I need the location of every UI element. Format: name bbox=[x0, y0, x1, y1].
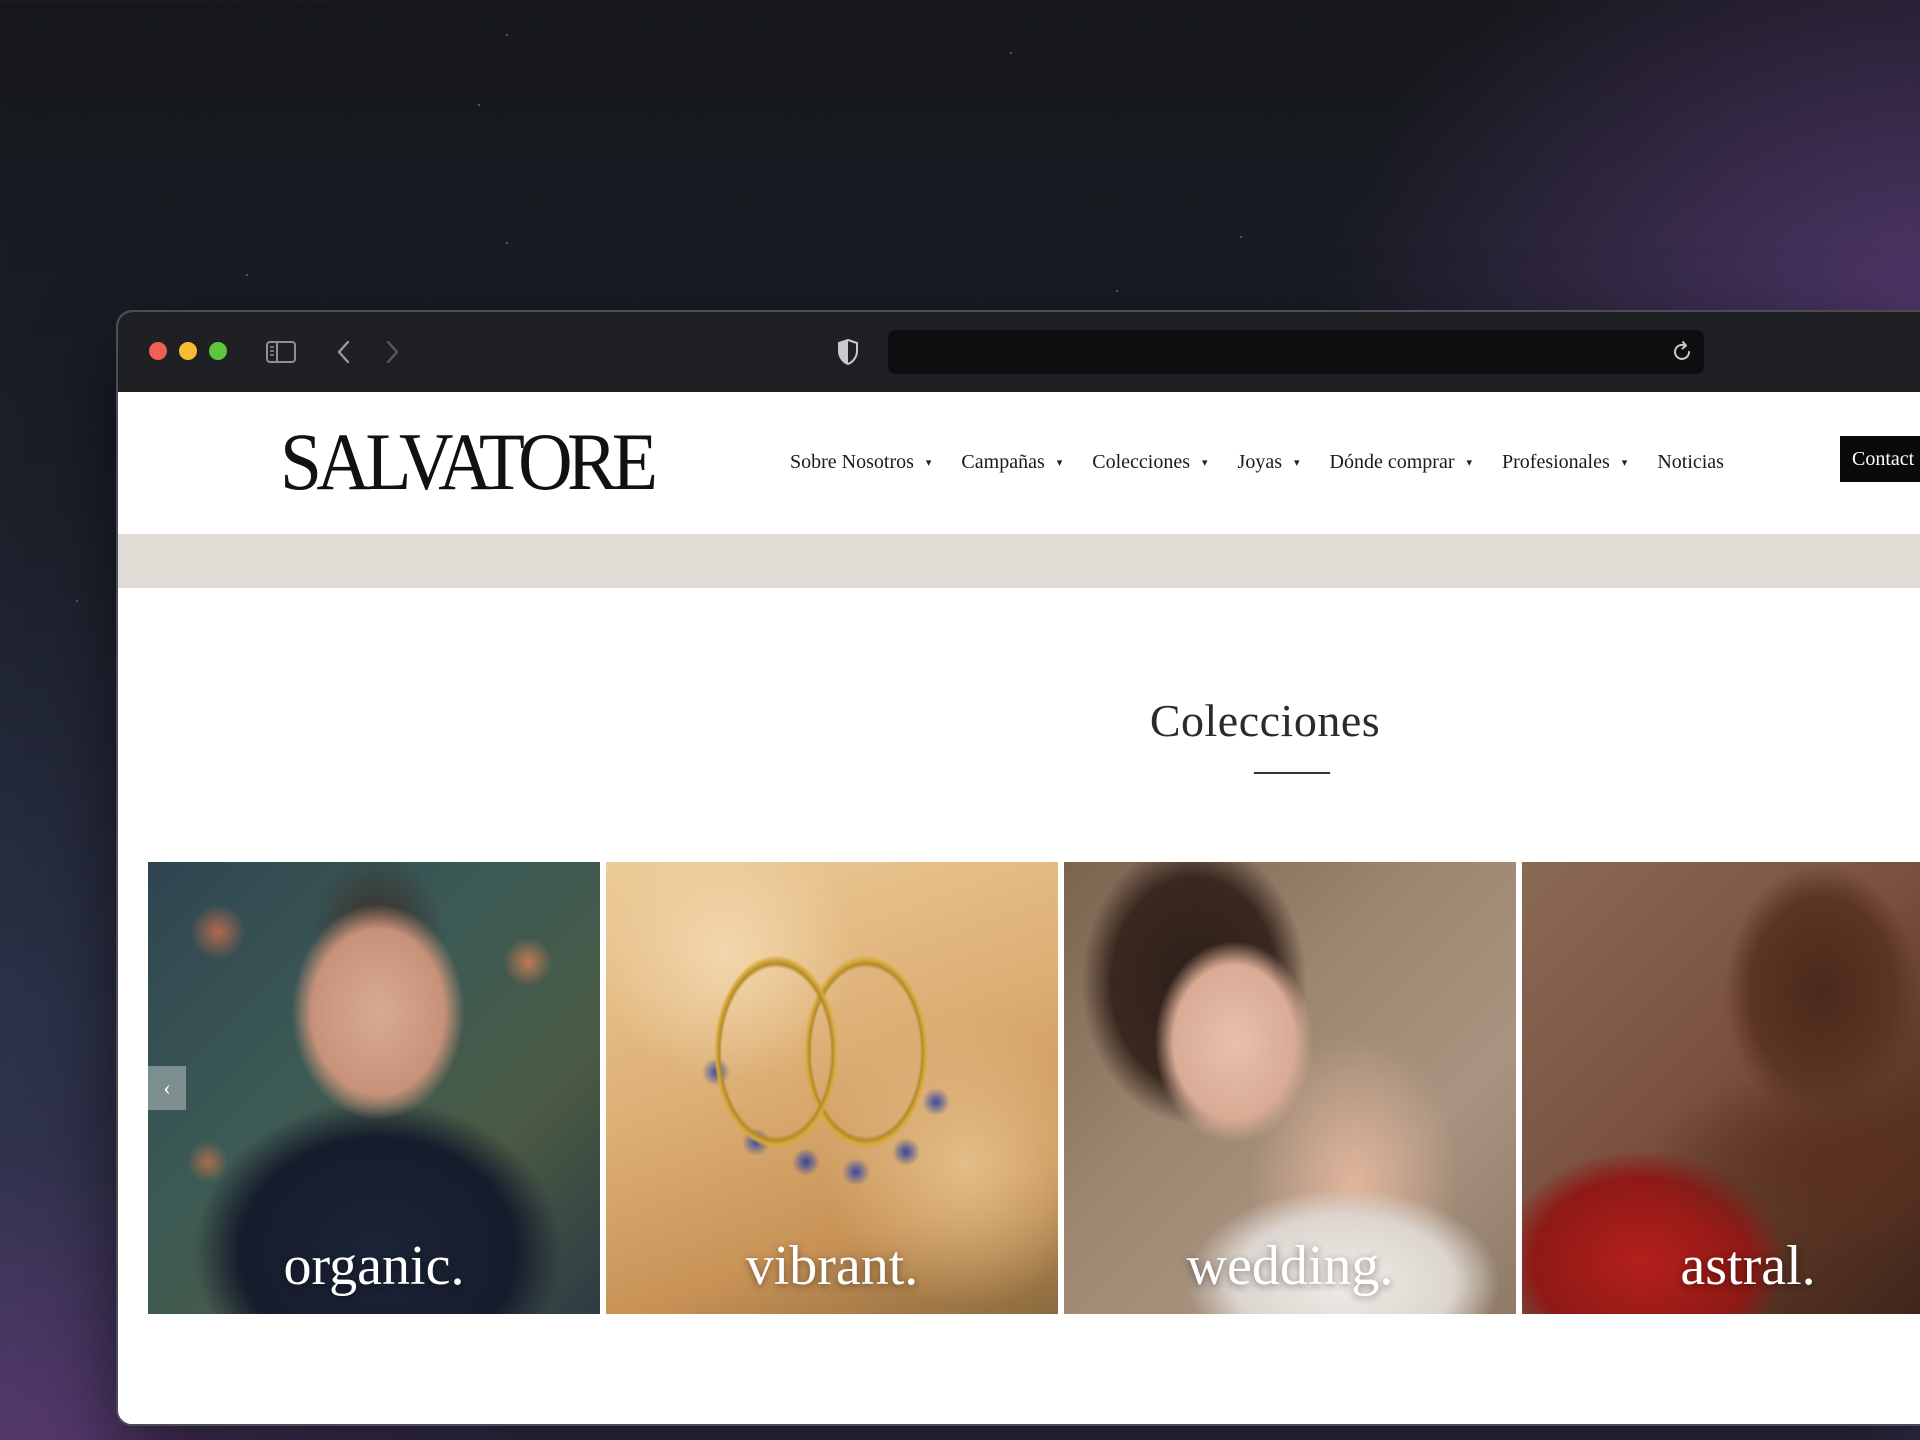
nav-item-label: Sobre Nosotros bbox=[790, 450, 914, 473]
shield-icon[interactable] bbox=[834, 336, 862, 368]
main-nav: Sobre Nosotros ▾ Campañas ▾ Colecciones … bbox=[790, 444, 1754, 480]
caret-down-icon: ▾ bbox=[1294, 456, 1300, 469]
nav-item-donde-comprar[interactable]: Dónde comprar ▾ bbox=[1330, 451, 1472, 474]
nav-item-label: Joyas bbox=[1237, 450, 1282, 473]
collection-card-wedding[interactable]: wedding. bbox=[1064, 862, 1516, 1314]
section-title: Colecciones bbox=[1149, 695, 1381, 746]
collection-label: astral. bbox=[1680, 1235, 1816, 1297]
chevron-left-icon[interactable] bbox=[330, 336, 358, 368]
sidebar-icon[interactable] bbox=[264, 336, 298, 368]
collection-card-astral[interactable]: astral. bbox=[1522, 862, 1920, 1314]
collection-label: organic. bbox=[283, 1235, 465, 1297]
minimize-window-button[interactable] bbox=[179, 342, 197, 360]
collection-label: wedding. bbox=[1186, 1235, 1394, 1297]
nav-item-label: Noticias bbox=[1657, 450, 1724, 473]
address-bar[interactable] bbox=[888, 330, 1704, 374]
caret-down-icon: ▾ bbox=[1466, 456, 1473, 469]
caret-down-icon: ▾ bbox=[1202, 456, 1208, 469]
reload-icon[interactable] bbox=[1670, 340, 1694, 364]
collections-carousel: organic. vibrant. wedding. astral. ‹ bbox=[148, 862, 1920, 1314]
nav-item-sobre-nosotros[interactable]: Sobre Nosotros ▾ bbox=[790, 451, 931, 474]
nav-item-label: Colecciones bbox=[1092, 450, 1191, 473]
site-header: SALVATORE Sobre Nosotros ▾ Campañas ▾ Co… bbox=[118, 392, 1920, 532]
announcement-band bbox=[118, 534, 1920, 588]
web-page: SALVATORE Sobre Nosotros ▾ Campañas ▾ Co… bbox=[118, 392, 1920, 1424]
nav-item-noticias[interactable]: Noticias bbox=[1657, 451, 1724, 474]
title-divider bbox=[1254, 772, 1330, 774]
nav-item-campanas[interactable]: Campañas ▾ bbox=[961, 451, 1062, 474]
collection-label: vibrant. bbox=[745, 1235, 919, 1297]
collection-card-organic[interactable]: organic. bbox=[148, 862, 600, 1314]
caret-down-icon: ▾ bbox=[1621, 456, 1628, 469]
collection-card-vibrant[interactable]: vibrant. bbox=[606, 862, 1058, 1314]
nav-item-joyas[interactable]: Joyas ▾ bbox=[1238, 451, 1300, 474]
caret-down-icon: ▾ bbox=[1056, 456, 1063, 469]
site-logo[interactable]: SALVATORE bbox=[280, 421, 658, 503]
carousel-prev-button[interactable]: ‹ bbox=[148, 1066, 186, 1110]
contact-button[interactable]: Contact bbox=[1840, 436, 1920, 482]
caret-down-icon: ▾ bbox=[925, 456, 932, 469]
zoom-window-button[interactable] bbox=[209, 342, 227, 360]
nav-item-label: Campañas bbox=[961, 450, 1045, 473]
browser-window: SALVATORE Sobre Nosotros ▾ Campañas ▾ Co… bbox=[118, 312, 1920, 1424]
close-window-button[interactable] bbox=[149, 342, 167, 360]
nav-item-label: Profesionales bbox=[1502, 450, 1610, 473]
browser-toolbar bbox=[118, 312, 1920, 393]
nav-item-colecciones[interactable]: Colecciones ▾ bbox=[1092, 451, 1207, 474]
nav-item-label: Dónde comprar bbox=[1329, 450, 1455, 473]
chevron-right-icon[interactable] bbox=[378, 336, 406, 368]
nav-item-profesionales[interactable]: Profesionales ▾ bbox=[1502, 451, 1627, 474]
